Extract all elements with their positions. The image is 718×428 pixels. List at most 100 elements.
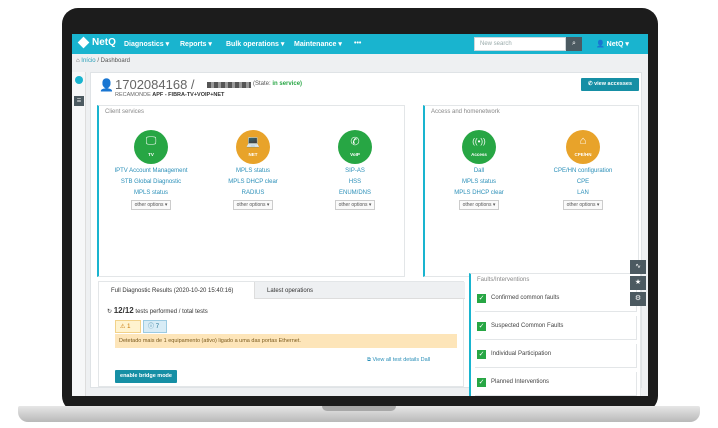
list-rail-icon[interactable]: ☰ (74, 96, 84, 106)
other-options-voip[interactable]: other options ▾ (334, 200, 376, 210)
access-service-icon[interactable]: ((•)) Access (462, 130, 496, 164)
client-services-title: Client services (105, 109, 145, 115)
view-accesses-button[interactable]: ✆ view accesses (581, 78, 639, 91)
view-accesses-label: view accesses (594, 81, 633, 87)
tests-label: tests performed / total tests (135, 309, 208, 315)
tv-icon: 🖵 (145, 135, 157, 147)
other-options-net[interactable]: other options ▾ (232, 200, 274, 210)
cpe-service-name: CPE/HN (574, 152, 592, 157)
activity-icon[interactable]: ∿ (630, 260, 646, 274)
faults-panel: Faults/Interventions ✓ Confirmed common f… (469, 273, 641, 396)
view-all-details-link[interactable]: ⧉ View all test details Dall (367, 357, 430, 364)
link-mpls-dhcp-clear-access[interactable]: MPLS DHCP clear (429, 190, 529, 196)
fault-item[interactable]: ✓ Individual Participation (475, 344, 637, 368)
link-stb-diagnostic[interactable]: STB Global Diagnostic (101, 179, 201, 185)
star-icon[interactable]: ★ (630, 276, 646, 290)
link-iptv-account[interactable]: IPTV Account Management (101, 168, 201, 174)
tab-latest-operations[interactable]: Latest operations (255, 282, 465, 299)
account-state: (State: in service) (253, 81, 302, 87)
user-icon: 👤 (596, 41, 605, 48)
account-subtitle: RECAMONDE APF - FIBRA-TV+VOIP+NET (115, 92, 224, 98)
service-net: 💻 NET MPLS status MPLS DHCP clear RADIUS … (203, 130, 303, 210)
tests-count: 12/12 (113, 306, 134, 315)
breadcrumb-page: Dashboard (100, 58, 131, 64)
service-tv: 🖵 TV IPTV Account Management STB Global D… (101, 130, 201, 210)
fault-item[interactable]: ✓ Planned Interventions (475, 372, 637, 396)
cpe-service-icon[interactable]: ⌂ CPE/HN (566, 130, 600, 164)
external-link-icon: ⧉ (367, 357, 371, 363)
fault-item[interactable]: ✓ Confirmed common faults (475, 288, 637, 312)
state-label: (State: (253, 81, 271, 87)
nav-bulk-operations[interactable]: Bulk operations ▾ (226, 40, 284, 48)
nav-maintenance[interactable]: Maintenance ▾ (294, 40, 342, 48)
link-mpls-status-access[interactable]: MPLS status (429, 179, 529, 185)
refresh-icon[interactable]: ↻ (107, 309, 112, 315)
alert-message: Detetado mais de 1 equipamento (ativo) l… (115, 334, 457, 348)
fault-item[interactable]: ✓ Suspected Common Faults (475, 316, 637, 340)
net-service-name: NET (248, 152, 258, 157)
brand-name: NetQ (92, 37, 116, 48)
nav-more[interactable]: ••• (354, 40, 361, 47)
app-screen: NetQ Diagnostics ▾ Reports ▾ Bulk operat… (72, 34, 648, 396)
phone-small-icon: ✆ (587, 81, 593, 87)
voip-service-icon[interactable]: ✆ VoIP (338, 130, 372, 164)
link-mpls-dhcp-clear[interactable]: MPLS DHCP clear (203, 179, 303, 185)
enable-bridge-mode-button[interactable]: enable bridge mode (115, 370, 177, 383)
check-icon: ✓ (477, 378, 486, 387)
dashboard-rail-icon[interactable] (75, 76, 83, 84)
brand-logo[interactable]: NetQ (77, 36, 116, 49)
home-icon: ⌂ (76, 58, 80, 64)
tv-service-icon[interactable]: 🖵 TV (134, 130, 168, 164)
link-enum-dns[interactable]: ENUM/DNS (305, 190, 405, 196)
breadcrumb: ⌂ Início / Dashboard (76, 58, 130, 64)
search-input[interactable]: New search (474, 37, 566, 51)
link-mpls-status-net[interactable]: MPLS status (203, 168, 303, 174)
service-cpe: ⌂ CPE/HN CPE/HN configuration CPE LAN oth… (533, 130, 633, 210)
link-mpls-status-tv[interactable]: MPLS status (101, 190, 201, 196)
access-title: Access and homenetwork (431, 109, 500, 115)
breadcrumb-home[interactable]: Início (81, 58, 95, 64)
account-id: 1702084168 / (115, 77, 195, 92)
info-badge[interactable]: ⓘ 7 (143, 320, 167, 333)
settings-icon[interactable]: ⚙ (630, 292, 646, 306)
search-icon: ⌕ (572, 40, 576, 47)
view-all-label: View all test details Dall (372, 357, 431, 363)
warning-badge[interactable]: ⚠ 1 (115, 320, 141, 333)
link-lan[interactable]: LAN (533, 190, 633, 196)
masked-name (207, 82, 251, 88)
check-icon: ✓ (477, 294, 486, 303)
tab-full-diagnostic[interactable]: Full Diagnostic Results (2020-10-20 15:4… (99, 282, 255, 299)
net-service-icon[interactable]: 💻 NET (236, 130, 270, 164)
link-cpe[interactable]: CPE (533, 179, 633, 185)
client-services-panel: Client services 🖵 TV IPTV Account Managem… (97, 105, 405, 277)
user-label: NetQ ▾ (606, 41, 629, 48)
nav-reports[interactable]: Reports ▾ (180, 40, 212, 48)
access-panel: Access and homenetwork ((•)) Access Dall … (423, 105, 639, 277)
service-access: ((•)) Access Dall MPLS status MPLS DHCP c… (429, 130, 529, 210)
other-options-tv[interactable]: other options ▾ (130, 200, 172, 210)
user-menu[interactable]: 👤 NetQ ▾ (596, 40, 629, 48)
nav-diagnostics[interactable]: Diagnostics ▾ (124, 40, 169, 48)
other-options-cpe[interactable]: other options ▾ (562, 200, 604, 210)
info-icon: ⓘ (148, 324, 155, 330)
antenna-icon: ((•)) (472, 137, 486, 146)
breadcrumb-separator: / (97, 58, 99, 64)
info-count: 7 (155, 324, 160, 330)
account-user-icon: 👤 (99, 78, 114, 92)
link-hss[interactable]: HSS (305, 179, 405, 185)
check-icon: ✓ (477, 322, 486, 331)
check-icon: ✓ (477, 350, 486, 359)
link-dall[interactable]: Dall (429, 168, 529, 174)
link-sip-as[interactable]: SIP-AS (305, 168, 405, 174)
subtitle-label: RECAMONDE (115, 92, 151, 98)
fault-label: Individual Participation (491, 351, 552, 357)
other-options-access[interactable]: other options ▾ (458, 200, 500, 210)
warning-count: 1 (127, 324, 131, 330)
search-button[interactable]: ⌕ (566, 37, 582, 51)
link-radius[interactable]: RADIUS (203, 190, 303, 196)
state-value: in service) (272, 81, 303, 87)
subtitle-value: APF - FIBRA-TV+VOIP+NET (152, 92, 225, 98)
laptop-icon: 💻 (246, 136, 260, 148)
left-rail: ☰ (72, 72, 86, 396)
link-cpe-configuration[interactable]: CPE/HN configuration (533, 168, 633, 174)
